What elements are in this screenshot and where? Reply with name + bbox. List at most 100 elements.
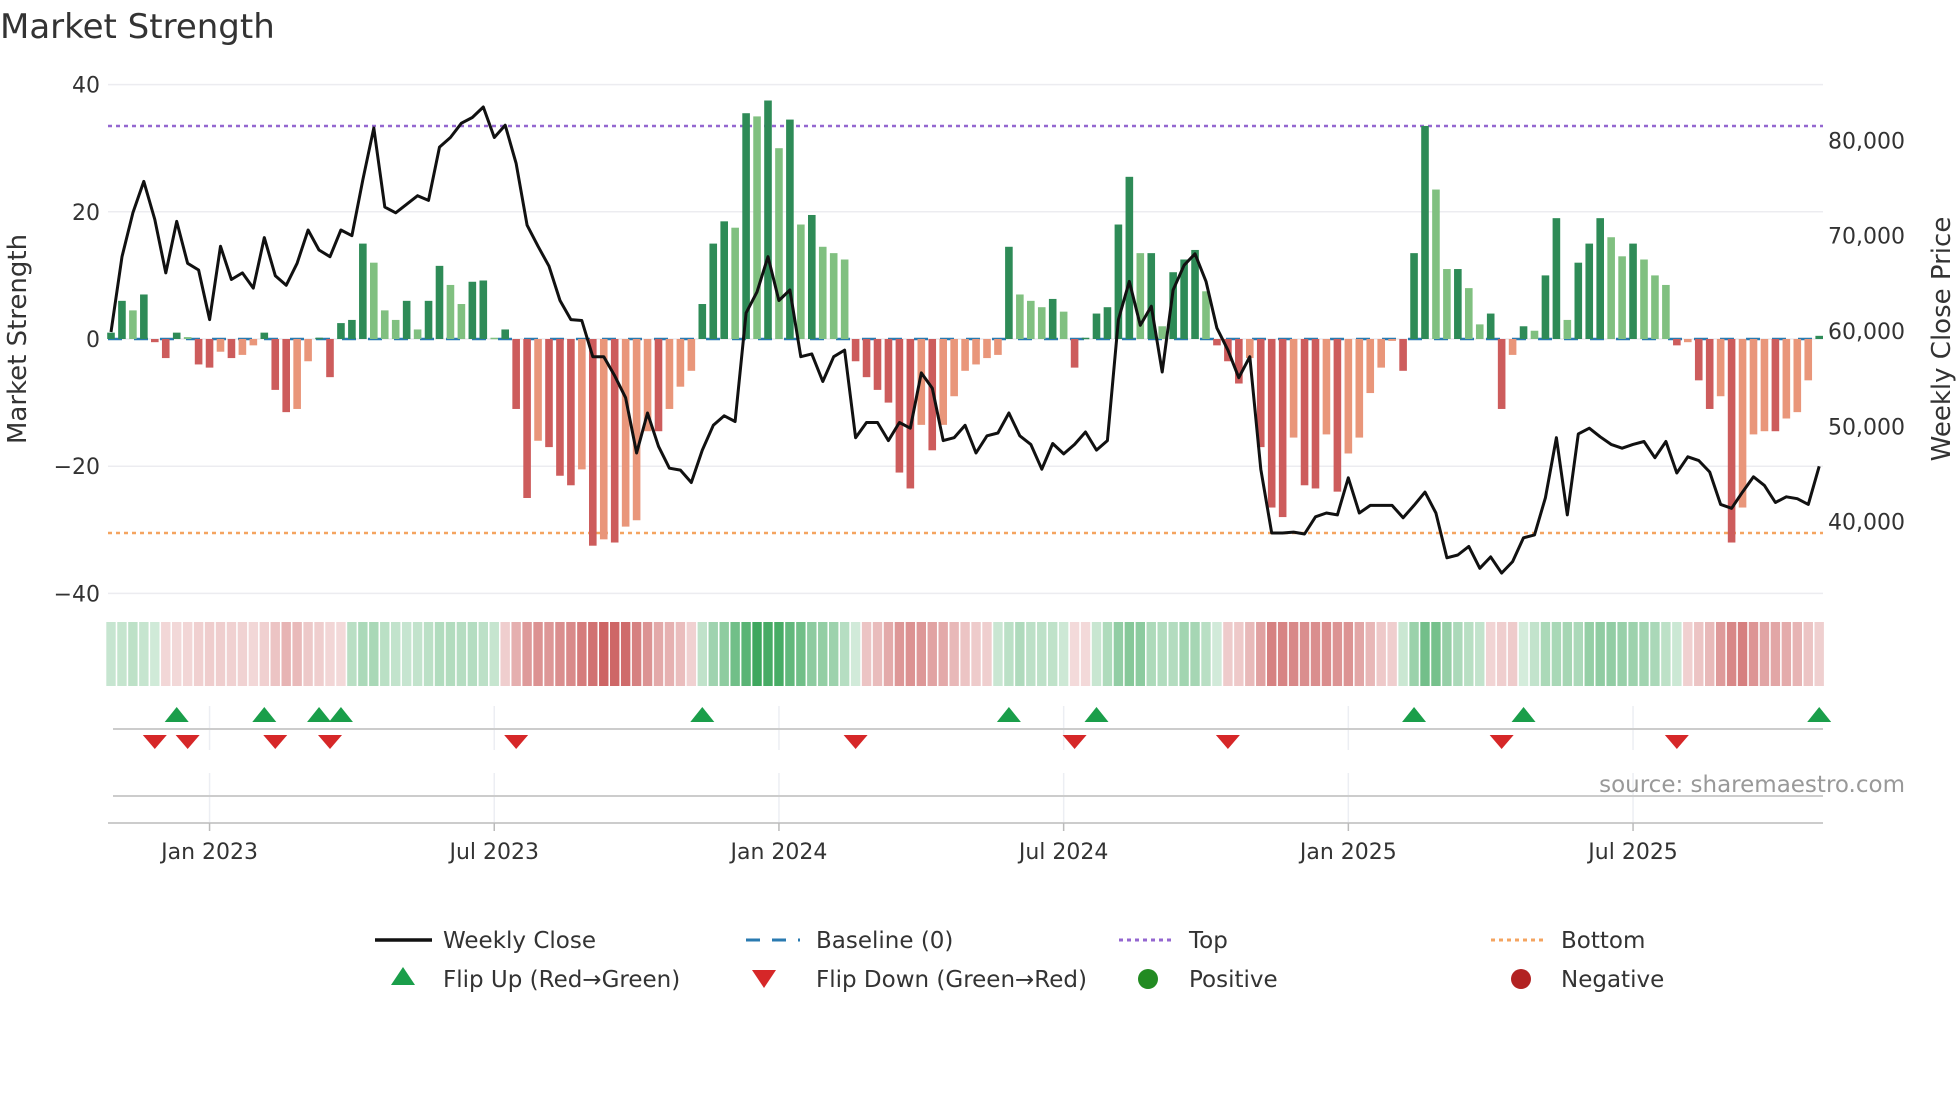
regime-cell xyxy=(401,622,412,686)
strength-bar xyxy=(183,337,192,339)
flip-down-icon xyxy=(752,970,776,988)
strength-bar xyxy=(665,339,674,409)
regime-cell xyxy=(182,622,193,686)
regime-cell xyxy=(380,622,390,686)
strength-bar xyxy=(632,339,641,521)
regime-cell xyxy=(544,622,554,686)
strength-bar xyxy=(1738,339,1747,508)
right-axis-ticks: 80,000 70,000 60,000 50,000 40,000 xyxy=(1828,129,1905,535)
regime-cell xyxy=(763,622,773,686)
lower-panel xyxy=(108,773,1823,824)
regime-cell xyxy=(412,622,423,686)
strength-bar xyxy=(1684,339,1692,343)
negative-dot-icon xyxy=(1511,969,1531,989)
strength-bar xyxy=(873,339,882,390)
flip-up-icon xyxy=(391,967,415,985)
strength-bar xyxy=(654,339,663,432)
regime-cell xyxy=(391,622,401,686)
regime-cell xyxy=(818,622,828,686)
regime-cell xyxy=(555,622,565,686)
strength-bar xyxy=(1333,339,1342,492)
regime-cell xyxy=(566,622,576,686)
regime-cell xyxy=(204,622,215,686)
strength-bar xyxy=(1016,294,1024,339)
regime-cell xyxy=(599,622,609,686)
strength-bar xyxy=(1432,189,1440,339)
strength-bar xyxy=(851,339,860,362)
strength-bar xyxy=(490,337,499,340)
regime-cell xyxy=(1507,622,1518,686)
regime-cell xyxy=(719,622,729,686)
strength-bar xyxy=(775,148,783,339)
regime-cell xyxy=(971,622,981,686)
regime-cell xyxy=(1683,622,1693,686)
strength-bar xyxy=(1278,339,1287,518)
regime-cell xyxy=(1124,622,1135,686)
regime-cell xyxy=(1420,622,1430,686)
regime-cell xyxy=(522,622,532,686)
strength-bar xyxy=(304,339,312,362)
right-tick-label: 60,000 xyxy=(1828,320,1905,345)
strength-bar xyxy=(140,294,148,339)
flip-up-marker xyxy=(1807,707,1832,722)
x-tick-label: Jan 2024 xyxy=(728,840,827,865)
regime-cell xyxy=(620,622,631,686)
regime-cell xyxy=(347,622,357,686)
regime-cell xyxy=(128,622,138,686)
regime-cell xyxy=(675,622,686,686)
regime-cell xyxy=(1562,622,1573,686)
regime-cell xyxy=(872,622,883,686)
strength-bar xyxy=(818,246,827,339)
regime-cell xyxy=(1102,622,1113,686)
regime-cell xyxy=(1058,622,1069,686)
regime-cell xyxy=(785,622,795,686)
regime-cell xyxy=(708,622,718,686)
flip-up-marker xyxy=(690,707,715,722)
regime-cell xyxy=(1529,622,1540,686)
regime-cell xyxy=(314,622,324,686)
strength-bar xyxy=(1694,339,1703,381)
strength-bar xyxy=(326,339,334,378)
regime-cell xyxy=(259,622,269,686)
strength-bar xyxy=(1519,326,1528,339)
legend-negative: Negative xyxy=(1561,967,1664,993)
regime-cell xyxy=(1212,622,1222,686)
regime-cell xyxy=(1737,622,1748,686)
regime-cell xyxy=(1803,622,1813,686)
strength-bar xyxy=(293,339,301,409)
strength-bar xyxy=(1815,335,1823,339)
strength-bar xyxy=(151,339,159,343)
regime-cell xyxy=(226,622,237,686)
strength-bar xyxy=(1037,307,1046,339)
legend-flip-down: Flip Down (Green→Red) xyxy=(816,967,1087,993)
strength-bar xyxy=(238,339,247,355)
flip-up-marker xyxy=(328,707,353,722)
strength-bar xyxy=(1651,275,1659,339)
flip-down-marker xyxy=(318,735,342,749)
strength-bar xyxy=(621,339,630,527)
regime-cell xyxy=(423,622,434,686)
regime-cell xyxy=(1606,622,1616,686)
regime-cell xyxy=(741,622,751,686)
strength-bar xyxy=(1027,300,1035,339)
regime-cell xyxy=(1135,622,1145,686)
strength-bar xyxy=(1771,339,1780,432)
regime-cell xyxy=(1475,622,1485,686)
strength-bar xyxy=(939,339,947,425)
regime-cell xyxy=(1387,622,1397,686)
left-tick-label: 0 xyxy=(86,328,100,353)
strength-bar xyxy=(249,339,258,346)
strength-bar xyxy=(1388,339,1396,341)
strength-bar xyxy=(1607,237,1615,339)
regime-cell xyxy=(281,622,291,686)
regime-cell xyxy=(730,622,740,686)
regime-cell xyxy=(1431,622,1441,686)
regime-cell xyxy=(686,622,697,686)
regime-cell xyxy=(1639,622,1649,686)
legend-top: Top xyxy=(1188,928,1228,954)
regime-cell xyxy=(1365,622,1375,686)
strength-bar xyxy=(1705,339,1714,409)
flip-down-marker xyxy=(1215,735,1240,749)
regime-cell xyxy=(1321,622,1332,686)
strength-bar xyxy=(479,280,488,339)
